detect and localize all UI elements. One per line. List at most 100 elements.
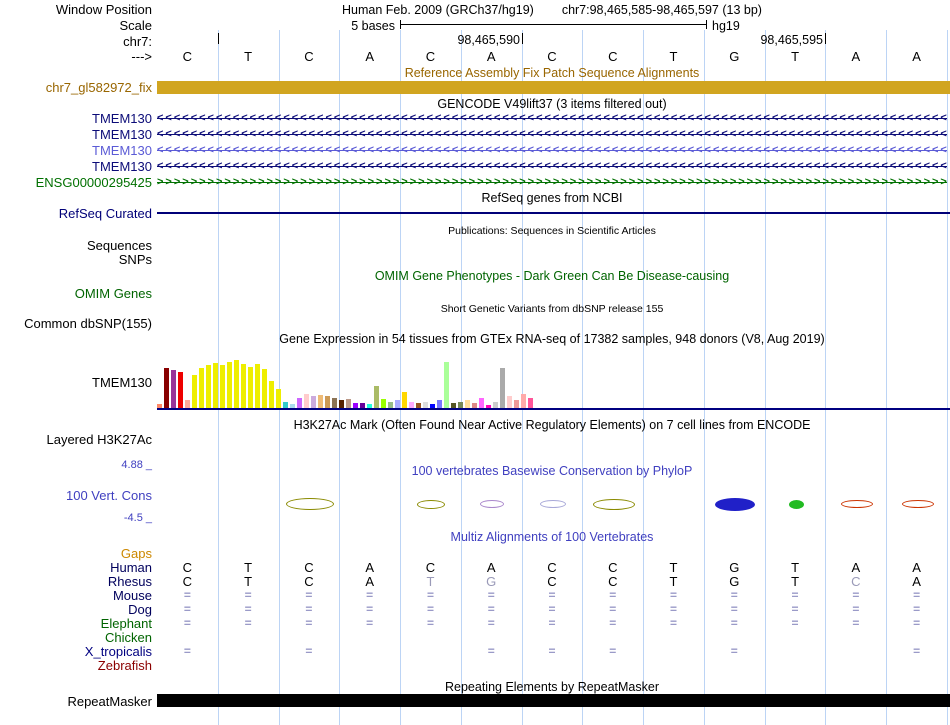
gtex-expression-bar[interactable] [346, 399, 351, 408]
alignment-gap-mark: = [487, 616, 495, 630]
gtex-expression-bar[interactable] [311, 396, 316, 408]
gene-transcript-row[interactable]: TMEM130 <<<<<<<<<<<<<<<<<<<<<<<<<<<<<<<<<… [0, 144, 950, 158]
sequences-label[interactable]: Sequences [0, 239, 152, 252]
gtex-expression-bar[interactable] [234, 360, 239, 408]
gtex-expression-bar[interactable] [479, 398, 484, 408]
phylop-conservation-mark [788, 499, 804, 509]
fix-patch-bar[interactable] [157, 81, 950, 94]
species-label[interactable]: Chicken [0, 631, 152, 644]
h3k27ac-label[interactable]: Layered H3K27Ac [0, 433, 152, 446]
snps-label[interactable]: SNPs [0, 253, 152, 266]
gtex-expression-bar[interactable] [199, 368, 204, 408]
multiz-species-row[interactable]: Dog = = = = = = = = = = = = = [0, 602, 950, 617]
multiz-species-row[interactable]: Elephant = = = = = = = = = = = = = [0, 616, 950, 631]
alignment-base: T [791, 560, 800, 575]
alignment-base: C [608, 560, 618, 575]
multiz-species-row[interactable]: Mouse = = = = = = = = = = = = = [0, 588, 950, 603]
alignment-base: T [669, 574, 678, 589]
omim-genes-label[interactable]: OMIM Genes [0, 287, 152, 300]
gtex-expression-bar[interactable] [318, 395, 323, 408]
alignment-base: C [182, 574, 193, 589]
refseq-curated-label[interactable]: RefSeq Curated [0, 207, 152, 220]
alignment-gap-mark: = [244, 602, 252, 616]
species-label[interactable]: Elephant [0, 617, 152, 630]
repeatmasker-label[interactable]: RepeatMasker [0, 695, 152, 708]
gtex-expression-bar[interactable] [164, 368, 169, 408]
gtex-expression-bar[interactable] [220, 365, 225, 408]
gene-transcript-row[interactable]: TMEM130 <<<<<<<<<<<<<<<<<<<<<<<<<<<<<<<<<… [0, 128, 950, 142]
gtex-expression-bar[interactable] [178, 372, 183, 408]
alignment-gap-mark: = [305, 644, 313, 658]
alignment-base: T [244, 574, 253, 589]
alignment-gap-mark: = [487, 644, 495, 658]
gtex-expression-bar[interactable] [297, 398, 302, 408]
gtex-expression-bar[interactable] [444, 362, 449, 408]
species-label[interactable]: X_tropicalis [0, 645, 152, 658]
gtex-expression-bar[interactable] [465, 400, 470, 408]
gtex-expression-bar[interactable] [381, 399, 386, 408]
gene-label[interactable]: ENSG00000295425 [0, 176, 152, 189]
coordinate-label: 98,465,590 [457, 33, 520, 47]
gtex-expression-bar[interactable] [304, 394, 309, 408]
alignment-gap-mark: = [244, 588, 252, 602]
gtex-expression-bar[interactable] [241, 364, 246, 408]
reference-base: G [729, 49, 740, 64]
species-label[interactable]: Gaps [0, 547, 152, 560]
species-label[interactable]: Zebrafish [0, 659, 152, 672]
fix-patch-label[interactable]: chr7_gl582972_fix [0, 81, 152, 94]
gtex-expression-bar[interactable] [514, 400, 519, 408]
alignment-gap-mark: = [426, 602, 434, 616]
species-label[interactable]: Human [0, 561, 152, 574]
phylop-conservation-mark [901, 500, 934, 508]
gtex-expression-bar[interactable] [185, 400, 190, 408]
gene-transcript-row[interactable]: ENSG00000295425 >>>>>>>>>>>>>>>>>>>>>>>>>… [0, 176, 950, 190]
gtex-expression-bar[interactable] [255, 364, 260, 408]
species-label[interactable]: Mouse [0, 589, 152, 602]
gtex-expression-bar[interactable] [262, 369, 267, 408]
gtex-expression-bar[interactable] [206, 365, 211, 408]
multiz-species-row[interactable]: Human C T C A C A C C T G T A A [0, 561, 950, 574]
gtex-expression-bar[interactable] [521, 394, 526, 408]
multiz-species-row[interactable]: Chicken [0, 631, 950, 644]
gene-transcript-row[interactable]: TMEM130 <<<<<<<<<<<<<<<<<<<<<<<<<<<<<<<<<… [0, 112, 950, 126]
multiz-species-row[interactable]: Rhesus C T C A T G C C T G T C A [0, 575, 950, 588]
gtex-expression-bar[interactable] [227, 362, 232, 408]
gtex-expression-bar[interactable] [171, 370, 176, 408]
multiz-species-row[interactable]: Gaps [0, 547, 950, 560]
gtex-expression-bar[interactable] [332, 398, 337, 408]
gene-label[interactable]: TMEM130 [0, 128, 152, 141]
gtex-expression-bar[interactable] [269, 381, 274, 408]
gtex-expression-bar[interactable] [528, 398, 533, 408]
multiz-species-row[interactable]: Zebrafish [0, 659, 950, 672]
gtex-expression-bar[interactable] [192, 375, 197, 408]
gtex-expression-bar[interactable] [276, 389, 281, 408]
alignment-gap-mark: = [366, 602, 374, 616]
gene-label[interactable]: TMEM130 [0, 144, 152, 157]
alignment-base: G [729, 574, 740, 589]
gtex-expression-bar[interactable] [500, 368, 505, 408]
gtex-expression-bar[interactable] [437, 400, 442, 408]
gtex-expression-bar[interactable] [248, 367, 253, 408]
repeatmasker-bar[interactable] [157, 694, 950, 707]
gene-label[interactable]: TMEM130 [0, 160, 152, 173]
alignment-base: C [547, 560, 557, 575]
gtex-expression-bar[interactable] [402, 392, 407, 408]
gtex-gene-label[interactable]: TMEM130 [0, 376, 152, 389]
gtex-expression-bar[interactable] [507, 396, 512, 408]
reference-base: A [486, 49, 496, 64]
gtex-expression-chart[interactable] [157, 356, 557, 408]
species-label[interactable]: Dog [0, 603, 152, 616]
gtex-expression-bar[interactable] [325, 396, 330, 408]
gtex-expression-bar[interactable] [339, 400, 344, 408]
dbsnp-label[interactable]: Common dbSNP(155) [0, 317, 152, 330]
gene-label[interactable]: TMEM130 [0, 112, 152, 125]
phylop-track-label[interactable]: 100 Vert. Cons [0, 489, 152, 502]
gtex-expression-bar[interactable] [374, 386, 379, 408]
species-label[interactable]: Rhesus [0, 575, 152, 588]
refseq-curated-line[interactable] [157, 212, 950, 214]
publications-track-header: Publications: Sequences in Scientific Ar… [448, 225, 656, 237]
gene-transcript-row[interactable]: TMEM130 <<<<<<<<<<<<<<<<<<<<<<<<<<<<<<<<<… [0, 160, 950, 174]
gtex-expression-bar[interactable] [395, 400, 400, 408]
multiz-species-row[interactable]: X_tropicalis = = = = = = = [0, 644, 950, 659]
gtex-expression-bar[interactable] [213, 363, 218, 408]
